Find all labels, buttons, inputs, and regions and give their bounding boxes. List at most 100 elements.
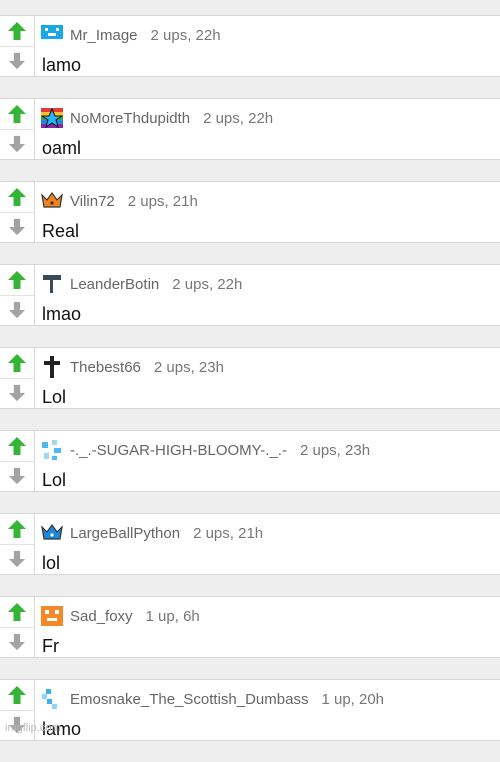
comment-text: lamo (42, 55, 82, 75)
vote-controls (0, 514, 35, 574)
comment-meta: Sad_foxy 1 up, 6h (40, 605, 200, 627)
username-link[interactable]: Sad_foxy (70, 608, 133, 625)
vote-controls (0, 597, 35, 657)
orange-pixel-face-icon (40, 605, 64, 627)
comment-item: NoMoreThdupidth 2 ups, 22h oaml (0, 98, 500, 160)
points-time: 2 ups, 23h (153, 358, 224, 376)
comment-text: lol (42, 553, 61, 573)
comment-text: Fr (42, 636, 59, 656)
username-link[interactable]: Mr_Image (70, 27, 138, 44)
down-arrow-icon (8, 550, 26, 568)
username-link[interactable]: Vilin72 (70, 193, 115, 210)
up-arrow-icon (7, 519, 27, 539)
down-arrow-icon (8, 218, 26, 236)
comment-item: Thebest66 2 ups, 23h Lol (0, 347, 500, 409)
comment-text: lmao (42, 304, 82, 324)
watermark: imgflip.com (5, 722, 61, 734)
up-arrow-icon (7, 685, 27, 705)
down-arrow-icon (8, 301, 26, 319)
upvote-button[interactable] (0, 431, 34, 462)
hammer-icon (40, 273, 64, 295)
down-arrow-icon (8, 135, 26, 153)
comment-meta: LargeBallPython 2 ups, 21h (40, 522, 263, 544)
comment-text: Real (42, 221, 80, 241)
comment-item: Vilin72 2 ups, 21h Real (0, 181, 500, 243)
points-time: 1 up, 6h (145, 607, 200, 625)
downvote-button[interactable] (0, 212, 34, 242)
username-link[interactable]: NoMoreThdupidth (70, 110, 190, 127)
upvote-button[interactable] (0, 597, 34, 628)
vote-controls (0, 265, 35, 325)
up-arrow-icon (7, 21, 27, 41)
comment-meta: -._.-SUGAR-HIGH-BLOOMY-._.- 2 ups, 23h (40, 439, 370, 461)
vote-controls (0, 99, 35, 159)
down-arrow-icon (8, 384, 26, 402)
username-link[interactable]: Thebest66 (70, 359, 141, 376)
username-link[interactable]: LeanderBotin (70, 276, 159, 293)
comment-text: Lol (42, 387, 67, 407)
upvote-button[interactable] (0, 182, 34, 213)
up-arrow-icon (7, 436, 27, 456)
upvote-button[interactable] (0, 99, 34, 130)
comment-item: Mr_Image 2 ups, 22h lamo (0, 15, 500, 77)
downvote-button[interactable] (0, 461, 34, 491)
username-link[interactable]: Emosnake_The_Scottish_Dumbass (70, 691, 308, 708)
comment-item: LeanderBotin 2 ups, 22h lmao (0, 264, 500, 326)
comment-item: -._.-SUGAR-HIGH-BLOOMY-._.- 2 ups, 23h Lol (0, 430, 500, 492)
comment-meta: LeanderBotin 2 ups, 22h (40, 273, 242, 295)
username-link[interactable]: LargeBallPython (70, 525, 180, 542)
rainbow-star-icon (40, 107, 64, 129)
comment-meta: Thebest66 2 ups, 23h (40, 356, 224, 378)
username-link[interactable]: -._.-SUGAR-HIGH-BLOOMY-._.- (70, 442, 287, 459)
down-arrow-icon (8, 633, 26, 651)
upvote-button[interactable] (0, 265, 34, 296)
vote-controls (0, 16, 35, 76)
comment-body: NoMoreThdupidth 2 ups, 22h oaml (40, 99, 500, 159)
up-arrow-icon (7, 602, 27, 622)
points-time: 1 up, 20h (321, 690, 385, 708)
up-arrow-icon (7, 104, 27, 124)
comment-body: LeanderBotin 2 ups, 22h lmao (40, 265, 500, 325)
comment-body: Emosnake_The_Scottish_Dumbass 1 up, 20h la… (40, 680, 500, 740)
points-time: 2 ups, 22h (150, 26, 221, 44)
comment-item: Emosnake_The_Scottish_Dumbass 1 up, 20h la… (0, 679, 500, 741)
comment-body: Mr_Image 2 ups, 22h lamo (40, 16, 500, 76)
vote-controls (0, 431, 35, 491)
downvote-button[interactable] (0, 378, 34, 408)
points-time: 2 ups, 23h (299, 441, 371, 459)
comment-list: Mr_Image 2 ups, 22h lamo NoMoreThdupidth 2 u… (0, 15, 500, 762)
comment-body: Vilin72 2 ups, 21h Real (40, 182, 500, 242)
comment-meta: NoMoreThdupidth 2 ups, 22h (40, 107, 273, 129)
up-arrow-icon (7, 353, 27, 373)
comment-meta: Vilin72 2 ups, 21h (40, 190, 198, 212)
cross-icon (40, 356, 64, 378)
upvote-button[interactable] (0, 16, 34, 47)
blue-crown-icon (40, 522, 64, 544)
comment-body: Thebest66 2 ups, 23h Lol (40, 348, 500, 408)
points-time: 2 ups, 22h (172, 275, 243, 293)
downvote-button[interactable] (0, 544, 34, 574)
upvote-button[interactable] (0, 348, 34, 379)
down-arrow-icon (8, 52, 26, 70)
upvote-button[interactable] (0, 514, 34, 545)
comment-text: oaml (42, 138, 82, 158)
downvote-button[interactable] (0, 627, 34, 657)
comment-item: LargeBallPython 2 ups, 21h lol (0, 513, 500, 575)
up-arrow-icon (7, 270, 27, 290)
downvote-button[interactable] (0, 46, 34, 76)
comment-item: Sad_foxy 1 up, 6h Fr (0, 596, 500, 658)
comment-text: Lol (42, 470, 67, 490)
points-time: 2 ups, 22h (203, 109, 274, 127)
comment-body: -._.-SUGAR-HIGH-BLOOMY-._.- 2 ups, 23h Lol (40, 431, 500, 491)
comment-body: LargeBallPython 2 ups, 21h lol (40, 514, 500, 574)
downvote-button[interactable] (0, 129, 34, 159)
vote-controls (0, 348, 35, 408)
comment-meta: Emosnake_The_Scottish_Dumbass 1 up, 20h (40, 688, 384, 710)
points-time: 2 ups, 21h (127, 192, 198, 210)
vote-controls (0, 182, 35, 242)
upvote-button[interactable] (0, 680, 34, 711)
down-arrow-icon (8, 467, 26, 485)
blue-pixel-face-icon (40, 24, 64, 46)
comment-meta: Mr_Image 2 ups, 22h (40, 24, 221, 46)
downvote-button[interactable] (0, 295, 34, 325)
